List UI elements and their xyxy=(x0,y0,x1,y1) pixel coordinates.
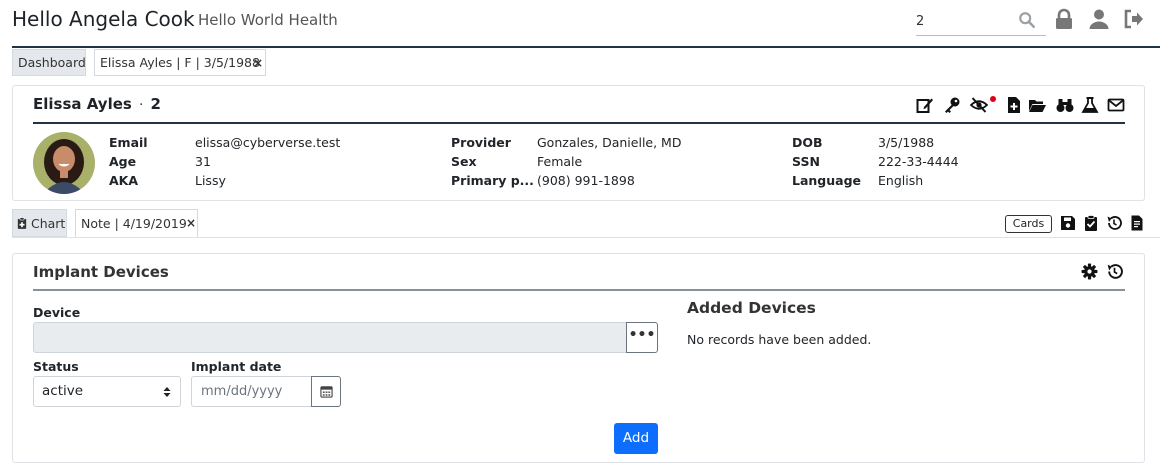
patient-name-separator: · xyxy=(139,98,144,113)
ssn-value: 222-33-4444 xyxy=(878,154,959,169)
device-lookup-button[interactable]: ••• xyxy=(626,322,658,353)
patient-card-divider xyxy=(33,122,1125,124)
aka-value: Lissy xyxy=(195,173,226,188)
edit-icon[interactable] xyxy=(916,96,934,114)
tab-note-label: Note | 4/19/2019 xyxy=(81,216,187,231)
medical-file-icon[interactable] xyxy=(1005,96,1023,114)
clipboard-check-icon[interactable] xyxy=(1083,215,1099,231)
panel-title: Implant Devices xyxy=(33,263,169,281)
tab-patient[interactable]: Elissa Ayles | F | 3/5/1988 × xyxy=(94,49,266,76)
tab-dashboard-label: Dashboard xyxy=(18,55,86,70)
patient-summary-card: Elissa Ayles · 2 Email elissa@cyberverse… xyxy=(12,85,1145,201)
status-label: Status xyxy=(33,359,79,374)
close-note-tab-icon[interactable]: × xyxy=(186,216,196,230)
header-divider xyxy=(12,46,1160,48)
language-value: English xyxy=(878,173,924,188)
provider-value: Gonzales, Danielle, MD xyxy=(537,135,682,150)
implant-date-input[interactable]: mm/dd/yyyy xyxy=(191,376,312,407)
age-value: 31 xyxy=(195,154,211,169)
panel-divider xyxy=(33,289,1125,291)
gear-icon[interactable] xyxy=(1081,263,1098,280)
status-select[interactable]: active xyxy=(33,376,181,407)
dob-value: 3/5/1988 xyxy=(878,135,935,150)
header-separator: · xyxy=(187,12,192,27)
cards-button[interactable]: Cards xyxy=(1005,215,1052,233)
eye-slash-icon[interactable] xyxy=(970,96,988,114)
binoculars-icon[interactable] xyxy=(1056,96,1074,114)
tab-note[interactable]: Note | 4/19/2019 × xyxy=(75,209,198,237)
tab-chart-label: Chart xyxy=(30,216,66,231)
dob-label: DOB xyxy=(792,135,823,150)
ssn-label: SSN xyxy=(792,154,820,169)
folder-open-icon[interactable] xyxy=(1028,96,1046,114)
organization-name: Hello World Health xyxy=(198,11,338,29)
added-devices-heading: Added Devices xyxy=(687,299,816,317)
calendar-icon xyxy=(320,386,333,398)
flask-icon[interactable] xyxy=(1081,96,1099,114)
close-patient-tab-icon[interactable]: × xyxy=(253,56,263,70)
language-label: Language xyxy=(792,173,862,188)
calendar-button[interactable] xyxy=(311,376,341,407)
search-icon[interactable] xyxy=(1018,11,1036,29)
patient-id: 2 xyxy=(150,95,161,113)
sex-label: Sex xyxy=(451,154,477,169)
tab-dashboard[interactable]: Dashboard xyxy=(12,49,86,76)
search-input[interactable] xyxy=(916,10,1016,32)
device-label: Device xyxy=(33,305,81,320)
select-caret-icon xyxy=(163,387,171,397)
envelope-icon[interactable] xyxy=(1107,96,1125,114)
primary-pharmacy-label: Primary p... xyxy=(451,173,534,188)
email-value: elissa@cyberverse.test xyxy=(195,135,341,150)
notification-dot-icon xyxy=(990,96,996,102)
history-icon[interactable] xyxy=(1106,215,1122,231)
tab-patient-label: Elissa Ayles | F | 3/5/1988 xyxy=(100,55,260,70)
primary-pharmacy-value: (908) 991-1898 xyxy=(537,173,635,188)
added-devices-empty-message: No records have been added. xyxy=(687,332,872,347)
key-icon[interactable] xyxy=(943,96,961,114)
provider-label: Provider xyxy=(451,135,511,150)
sex-value: Female xyxy=(537,154,583,169)
subtab-divider xyxy=(12,237,1160,238)
aka-label: AKA xyxy=(109,173,139,188)
patient-search xyxy=(916,6,1046,36)
age-label: Age xyxy=(109,154,137,169)
device-input[interactable] xyxy=(33,322,627,353)
add-device-button[interactable]: Add xyxy=(614,423,658,454)
logout-icon[interactable] xyxy=(1123,8,1145,30)
user-greeting: Hello Angela Cook xyxy=(12,7,195,31)
tab-chart[interactable]: Chart xyxy=(12,209,67,237)
lock-icon[interactable] xyxy=(1053,8,1075,30)
implant-devices-panel: Implant Devices Device ••• Status active… xyxy=(12,253,1145,463)
patient-name: Elissa Ayles xyxy=(33,95,132,113)
implant-date-label: Implant date xyxy=(191,359,282,374)
user-icon[interactable] xyxy=(1088,8,1110,30)
save-icon[interactable] xyxy=(1060,215,1076,231)
status-selected-value: active xyxy=(42,383,84,399)
patient-avatar xyxy=(33,132,95,194)
clipboard-icon xyxy=(17,217,27,229)
email-label: Email xyxy=(109,135,148,150)
panel-history-icon[interactable] xyxy=(1106,263,1123,280)
file-invoice-icon[interactable] xyxy=(1129,215,1145,231)
patient-name-heading: Elissa Ayles · 2 xyxy=(33,95,161,113)
